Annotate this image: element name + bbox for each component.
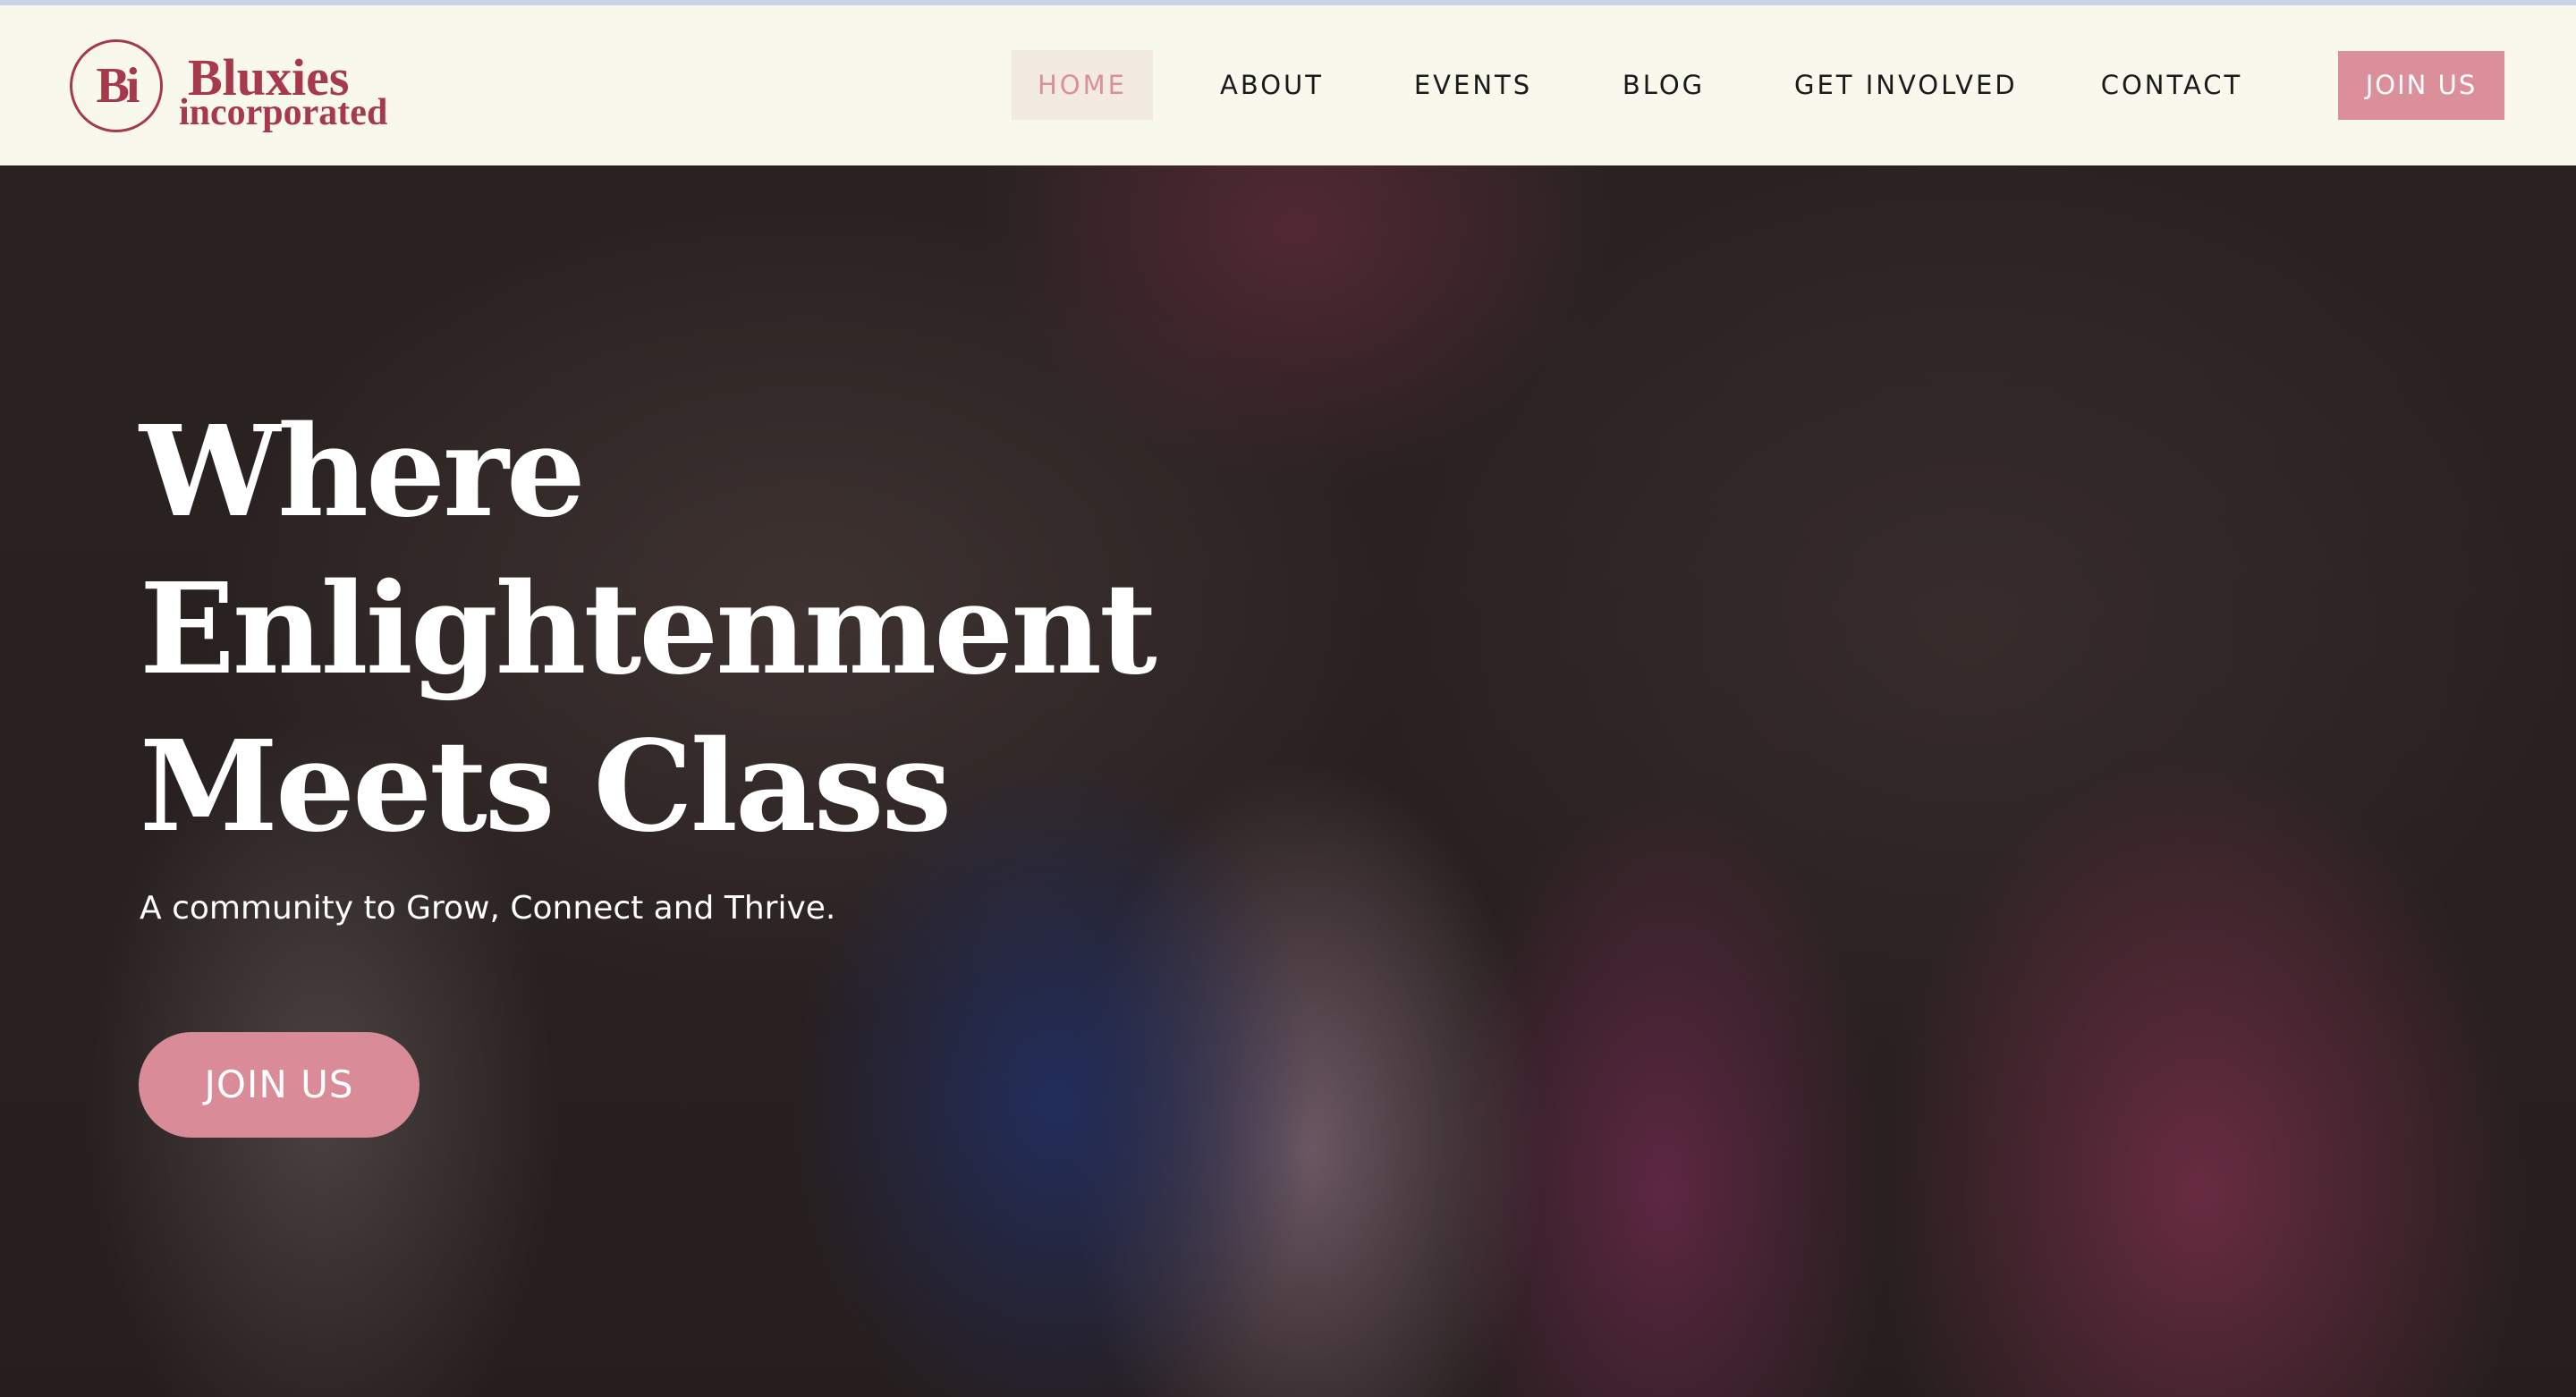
hero-join-us-button[interactable]: JOIN US bbox=[139, 1032, 419, 1138]
hero-title-line: Meets Class bbox=[140, 714, 952, 860]
nav-item-home[interactable]: HOME bbox=[1012, 50, 1153, 120]
hero-section: Where Enlightenment Meets Class A commun… bbox=[0, 165, 2576, 1397]
hero-subtitle: A community to Grow, Connect and Thrive. bbox=[140, 890, 836, 927]
header-join-us-button[interactable]: JOIN US bbox=[2338, 51, 2504, 120]
logo-mark: Bi bbox=[70, 39, 163, 132]
hero-title: Where Enlightenment Meets Class bbox=[140, 394, 1213, 866]
nav-item-contact[interactable]: CONTACT bbox=[2097, 50, 2247, 120]
site-header: Bi Bluxies incorporated HOME ABOUT EVENT… bbox=[0, 5, 2576, 165]
nav-item-events[interactable]: EVENTS bbox=[1411, 50, 1535, 120]
hero-title-line: Where bbox=[140, 399, 586, 546]
logo-tagline: incorporated bbox=[179, 92, 388, 133]
nav-item-get-involved[interactable]: GET INVOLVED bbox=[1794, 50, 2015, 120]
hero-title-line: Enlightenment bbox=[140, 556, 1157, 703]
nav-item-about[interactable]: ABOUT bbox=[1213, 50, 1331, 120]
nav-item-blog[interactable]: BLOG bbox=[1617, 50, 1710, 120]
site-logo[interactable]: Bi Bluxies incorporated bbox=[70, 39, 401, 138]
